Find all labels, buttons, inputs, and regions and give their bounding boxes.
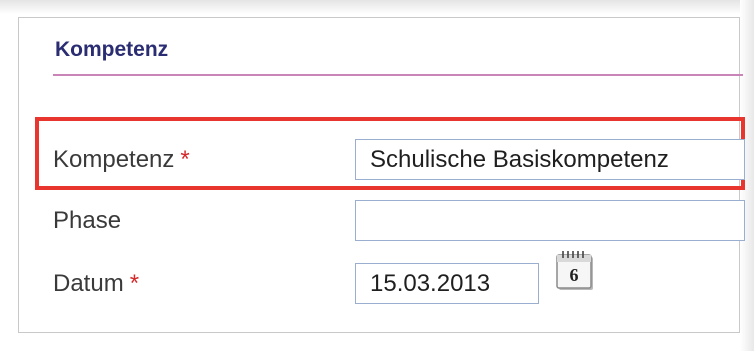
datum-field[interactable]: 15.03.2013 bbox=[355, 263, 539, 304]
required-marker: * bbox=[129, 270, 140, 297]
calendar-day: 6 bbox=[570, 265, 579, 285]
calendar-icon[interactable]: 6 bbox=[555, 248, 599, 294]
window-shadow-top bbox=[0, 0, 754, 14]
datum-label-text: Datum bbox=[53, 270, 124, 297]
datum-label: Datum * bbox=[53, 270, 139, 298]
phase-label: Phase bbox=[53, 207, 122, 234]
section-divider bbox=[53, 74, 743, 76]
section-title: Kompetenz bbox=[55, 38, 169, 61]
kompetenz-label: Kompetenz * bbox=[53, 146, 190, 174]
kompetenz-label-text: Kompetenz bbox=[53, 146, 175, 173]
kompetenz-field[interactable]: Schulische Basiskompetenz bbox=[355, 139, 745, 180]
calendar-header bbox=[557, 255, 591, 262]
kompetenz-form-panel: Kompetenz Kompetenz * Schulische Basiskom… bbox=[18, 17, 745, 333]
phase-field[interactable] bbox=[355, 200, 745, 241]
required-marker: * bbox=[180, 146, 190, 173]
